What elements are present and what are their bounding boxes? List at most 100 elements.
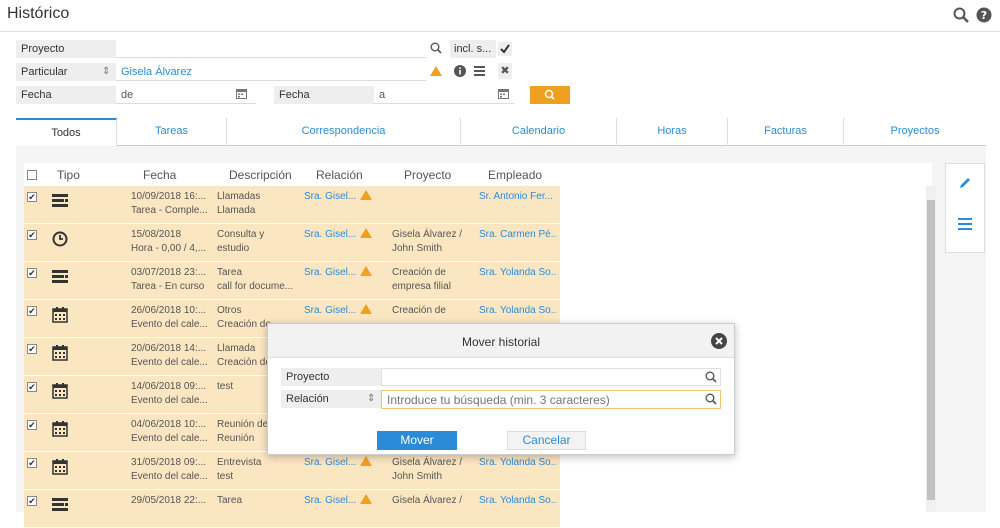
cell-relacion-text[interactable]: Sra. Gisel...	[304, 267, 356, 278]
cell-empleado[interactable]: Sra. Yolanda So...	[479, 304, 557, 318]
cell-empleado[interactable]: Sra. Yolanda So...	[479, 266, 557, 280]
scrollbar-thumb[interactable]	[927, 200, 935, 500]
cell-relacion-text[interactable]: Sra. Gisel...	[304, 457, 356, 468]
clear-icon[interactable]: ✖	[498, 63, 512, 79]
task-icon	[52, 497, 68, 513]
edit-icon[interactable]	[958, 176, 972, 193]
dialog-proyecto-label: Proyecto	[281, 368, 381, 386]
warning-icon	[360, 304, 373, 314]
list-icon[interactable]	[474, 66, 485, 79]
search-icon[interactable]	[953, 7, 969, 23]
row-checkbox[interactable]: ✔	[27, 306, 37, 316]
table-row[interactable]: ✔ 03/07/2018 23:... Tarea - En curso Tarea c…	[24, 262, 560, 300]
close-icon[interactable]	[711, 333, 727, 352]
warning-icon	[360, 456, 373, 466]
task-icon	[52, 269, 68, 285]
cell-relacion[interactable]: Sra. Gisel...	[304, 190, 374, 204]
select-all-checkbox[interactable]	[27, 170, 37, 180]
row-checkbox[interactable]: ✔	[27, 496, 37, 506]
cell-relacion[interactable]: Sra. Gisel...	[304, 266, 374, 280]
table-row[interactable]: ✔ 10/09/2018 16:... Tarea - Comple... Llama…	[24, 186, 560, 224]
move-button[interactable]: Mover	[377, 431, 457, 450]
cell-empleado[interactable]: Sra. Carmen Pé...	[479, 228, 557, 242]
header-divider	[0, 31, 1000, 32]
row-checkbox[interactable]: ✔	[27, 230, 37, 240]
cell-proyecto-sub: empresa filial	[392, 281, 451, 292]
proyecto-input[interactable]	[116, 40, 426, 58]
fecha-from-input[interactable]: de	[116, 86, 256, 104]
cell-descripcion: Tarea	[217, 267, 243, 278]
cell-relacion[interactable]: Sra. Gisel...	[304, 304, 374, 318]
col-relacion[interactable]: Relación	[316, 168, 363, 182]
particular-value[interactable]: Gisela Álvarez	[116, 63, 426, 81]
svg-text:?: ?	[981, 9, 987, 22]
cell-relacion[interactable]: Sra. Gisel...	[304, 494, 374, 508]
cell-fecha: 29/05/2018 22:...	[131, 495, 207, 506]
cell-descripcion: Otros	[217, 305, 242, 316]
tab-facturas[interactable]: Facturas	[728, 118, 844, 146]
cell-descripcion-sub: test	[217, 471, 234, 482]
tab-tareas[interactable]: Tareas	[117, 118, 227, 146]
help-icon[interactable]: ?	[976, 7, 992, 23]
cell-empleado[interactable]: Sra. Yolanda So...	[479, 456, 557, 470]
tab-correspondencia[interactable]: Correspondencia	[227, 118, 461, 146]
incl-label: incl. s...	[450, 40, 496, 58]
cell-relacion-text[interactable]: Sra. Gisel...	[304, 305, 356, 316]
cell-descripcion-sub: Llamada	[217, 205, 256, 216]
warning-icon	[360, 228, 373, 238]
tab-calendario[interactable]: Calendario	[461, 118, 617, 146]
dialog-relacion-search-icon[interactable]	[705, 393, 717, 408]
cell-empleado[interactable]: Sra. Yolanda So...	[479, 494, 557, 508]
tab-horas[interactable]: Horas	[617, 118, 728, 146]
cell-fecha-sub: Evento del cale...	[131, 395, 208, 406]
dialog-sort-icon[interactable]: ⇕	[367, 393, 375, 404]
cell-relacion[interactable]: Sra. Gisel...	[304, 456, 374, 470]
calendar-small-icon[interactable]	[236, 88, 247, 102]
search-button[interactable]	[530, 86, 570, 104]
fecha-to-input[interactable]: a	[374, 86, 514, 104]
col-tipo[interactable]: Tipo	[57, 168, 80, 182]
table-row[interactable]: ✔ 15/08/2018 Hora - 0,00 / 4,... Consulta y…	[24, 224, 560, 262]
sort-icon[interactable]: ⇕	[102, 66, 110, 77]
cell-descripcion: Consulta y	[217, 229, 265, 240]
calendar-small-icon-2[interactable]	[498, 88, 509, 102]
cell-empleado[interactable]: Sr. Antonio Fer...	[479, 190, 557, 204]
col-descripcion[interactable]: Descripción	[229, 168, 292, 182]
clock-icon	[52, 231, 68, 247]
cell-relacion-text[interactable]: Sra. Gisel...	[304, 229, 356, 240]
row-checkbox[interactable]: ✔	[27, 192, 37, 202]
row-checkbox[interactable]: ✔	[27, 344, 37, 354]
cancel-button[interactable]: Cancelar	[507, 431, 586, 450]
row-checkbox[interactable]: ✔	[27, 382, 37, 392]
tab-todos[interactable]: Todos	[16, 118, 117, 146]
warning-icon	[430, 66, 442, 78]
col-fecha[interactable]: Fecha	[143, 168, 176, 182]
calendar-icon	[52, 307, 68, 323]
incl-checkbox[interactable]	[498, 42, 512, 56]
proyecto-label: Proyecto	[16, 40, 116, 58]
dialog-proyecto-search-icon[interactable]	[705, 371, 717, 386]
side-panel	[945, 163, 985, 253]
calendar-icon	[52, 383, 68, 399]
cell-fecha-sub: Tarea - Comple...	[131, 205, 208, 216]
row-checkbox[interactable]: ✔	[27, 420, 37, 430]
cell-fecha-sub: Evento del cale...	[131, 319, 208, 330]
table-row[interactable]: ✔ 29/05/2018 22:... Tarea Sra. Gisel... Gise…	[24, 490, 560, 528]
cell-relacion-text[interactable]: Sra. Gisel...	[304, 191, 356, 202]
dialog-relacion-input[interactable]	[381, 390, 721, 409]
row-checkbox[interactable]: ✔	[27, 268, 37, 278]
task-icon	[52, 193, 68, 209]
calendar-icon	[52, 345, 68, 361]
col-empleado[interactable]: Empleado	[488, 168, 542, 182]
proyecto-search-icon[interactable]	[430, 42, 442, 57]
cell-relacion[interactable]: Sra. Gisel...	[304, 228, 374, 242]
table-row[interactable]: ✔ 31/05/2018 09:... Evento del cale... Entr…	[24, 452, 560, 490]
cell-relacion-text[interactable]: Sra. Gisel...	[304, 495, 356, 506]
dialog-proyecto-input[interactable]	[381, 368, 721, 386]
info-icon[interactable]	[454, 65, 466, 80]
menu-icon[interactable]	[958, 218, 972, 233]
cell-fecha: 31/05/2018 09:...	[131, 457, 207, 468]
tab-proyectos[interactable]: Proyectos	[844, 118, 986, 146]
col-proyecto[interactable]: Proyecto	[404, 168, 451, 182]
row-checkbox[interactable]: ✔	[27, 458, 37, 468]
